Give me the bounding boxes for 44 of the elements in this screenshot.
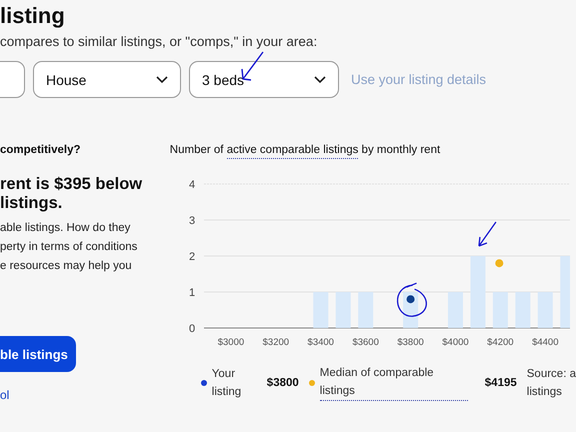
annotation-arrow-drawing xyxy=(478,221,496,247)
subtitle: compares to similar listings, or "comps," in your area: xyxy=(0,34,318,49)
bar xyxy=(313,292,328,328)
marker-dot xyxy=(495,259,504,268)
x-tick-label: $4200 xyxy=(486,337,514,348)
bar xyxy=(492,292,508,328)
headline: rent is $395 below listings. xyxy=(0,175,144,213)
body-text: able listings. How do they perty in terms of conditions e resources may help you xyxy=(0,221,138,274)
legend-value: $3800 xyxy=(266,376,299,390)
chevron-down-icon xyxy=(314,76,326,84)
annotation-circle-drawing xyxy=(396,282,427,317)
question-text: competitively? xyxy=(0,144,82,156)
bar xyxy=(358,292,373,328)
legend-value: $4195 xyxy=(484,376,517,390)
x-tick-label: $3200 xyxy=(262,337,289,348)
y-tick-label: 4 xyxy=(188,179,195,191)
dropdown[interactable] xyxy=(0,61,25,98)
chart-title: Number of active comparable listings by monthly rent xyxy=(170,144,576,156)
y-tick-label: 3 xyxy=(188,215,195,227)
tool-link[interactable]: ol xyxy=(0,388,170,402)
bar xyxy=(336,292,350,328)
x-tick-label: $3400 xyxy=(307,337,334,348)
x-tick-label: $4000 xyxy=(442,337,468,348)
x-tick-label: $3600 xyxy=(352,337,379,348)
bar xyxy=(448,292,463,328)
x-tick-label: $3000 xyxy=(218,337,244,348)
chevron-down-icon xyxy=(156,76,168,84)
bar xyxy=(470,256,486,328)
source-text: Source: a listings xyxy=(526,366,576,400)
y-tick-label: 2 xyxy=(188,251,195,263)
legend-label: Median of comparable listings xyxy=(320,364,468,401)
listings-button[interactable]: ble listings xyxy=(0,336,76,372)
bar xyxy=(538,292,553,328)
legend-label: Your listing xyxy=(212,366,242,400)
page-title: listing xyxy=(0,2,66,30)
x-tick-label: $4400 xyxy=(532,337,558,348)
y-tick-label: 0 xyxy=(188,323,195,335)
bar xyxy=(515,292,530,328)
x-tick-label: $3800 xyxy=(397,337,424,348)
dropdown[interactable]: House xyxy=(33,61,181,98)
bar xyxy=(560,256,570,328)
y-tick-label: 1 xyxy=(188,287,195,299)
marker-dot xyxy=(406,295,414,304)
dropdown[interactable]: 3 beds xyxy=(189,61,339,98)
